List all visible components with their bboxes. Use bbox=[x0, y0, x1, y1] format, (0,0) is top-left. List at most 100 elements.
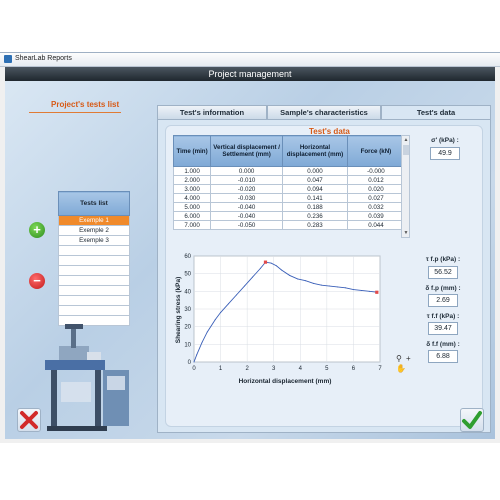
table-cell: 0.044 bbox=[346, 220, 406, 230]
data-point bbox=[275, 265, 277, 267]
tau-fp-field: 56.52 bbox=[428, 266, 458, 279]
table-row[interactable]: 2.000 -0.010 0.047 0.012 bbox=[172, 175, 406, 185]
table-cell: -0.050 bbox=[210, 220, 284, 230]
confirm-button[interactable] bbox=[460, 408, 484, 432]
table-cell: 0.027 bbox=[346, 193, 406, 203]
header-bar: Project management bbox=[5, 67, 495, 81]
data-point bbox=[344, 287, 346, 289]
shear-stress-chart: 0 1 2 3 4 5 6 7 0 10 20 30 40 50 60 Horizontal displac… bbox=[175, 254, 382, 385]
x-tick-label: 5 bbox=[325, 366, 329, 372]
test-list-item-label bbox=[58, 285, 130, 296]
table-cell: 3.000 bbox=[172, 184, 212, 194]
x-tick-label: 2 bbox=[245, 366, 249, 372]
tests-list-title: Project's tests list bbox=[29, 100, 121, 113]
data-point bbox=[313, 282, 315, 284]
col-force: Force (kN) bbox=[346, 135, 406, 167]
table-row[interactable]: 6.000 -0.040 0.236 0.039 bbox=[172, 211, 406, 221]
data-point bbox=[251, 276, 253, 278]
plus-small-icon[interactable]: + bbox=[406, 354, 411, 363]
x-tick-label: 0 bbox=[192, 366, 196, 372]
test-list-item[interactable]: Exemple 3 bbox=[58, 235, 130, 246]
table-cell: 0.012 bbox=[346, 175, 406, 185]
data-point bbox=[193, 361, 195, 363]
data-point bbox=[336, 286, 338, 288]
test-list-item-label bbox=[58, 275, 130, 286]
col-horizontal: Horizontal displacement (mm) bbox=[282, 135, 348, 167]
data-point bbox=[243, 285, 245, 287]
table-cell: 0.000 bbox=[282, 166, 348, 176]
minus-icon: − bbox=[33, 273, 41, 288]
pan-hand-icon[interactable]: ✋ bbox=[396, 364, 406, 373]
sigma-field: 49.9 bbox=[430, 147, 460, 160]
table-cell: -0.020 bbox=[210, 184, 284, 194]
data-point bbox=[305, 280, 307, 282]
chart-grid bbox=[193, 255, 381, 363]
data-point bbox=[368, 290, 370, 292]
add-test-button[interactable]: + bbox=[29, 222, 45, 238]
data-point bbox=[352, 289, 354, 291]
data-point bbox=[289, 274, 291, 276]
table-row[interactable]: 7.000 -0.050 0.283 0.044 bbox=[172, 220, 406, 230]
table-row[interactable]: 3.000 -0.020 0.094 0.020 bbox=[172, 184, 406, 194]
delta-fp-field: 2.69 bbox=[428, 294, 458, 307]
data-point bbox=[321, 284, 323, 286]
test-list-item[interactable] bbox=[58, 265, 130, 276]
test-list-item[interactable] bbox=[58, 255, 130, 266]
test-list-item-label bbox=[58, 305, 130, 316]
data-table-scrollbar[interactable]: ▲ ▼ bbox=[401, 135, 410, 238]
tau-ff-label: τ f.f (kPa) : bbox=[426, 313, 460, 320]
title-bar: ShearLab Reports bbox=[0, 53, 500, 67]
table-cell: 5.000 bbox=[172, 202, 212, 212]
test-list-item-label bbox=[58, 295, 130, 306]
y-tick-label: 60 bbox=[184, 254, 191, 260]
table-cell: 0.000 bbox=[210, 166, 284, 176]
table-cell: -0.000 bbox=[346, 166, 406, 176]
scroll-up-icon[interactable]: ▲ bbox=[403, 137, 409, 143]
x-tick-label: 7 bbox=[378, 366, 382, 372]
tests-header: Tests list bbox=[58, 191, 130, 216]
table-row[interactable]: 4.000 -0.030 0.141 0.027 bbox=[172, 193, 406, 203]
test-list-item-label bbox=[58, 245, 130, 256]
zoom-icon[interactable]: ⚲ bbox=[396, 354, 402, 363]
title-underline bbox=[29, 112, 121, 113]
data-point bbox=[270, 262, 272, 264]
x-axis-label: Horizontal displacement (mm) bbox=[239, 378, 332, 385]
data-point bbox=[281, 269, 283, 271]
test-list-item[interactable] bbox=[58, 275, 130, 286]
y-tick-label: 40 bbox=[184, 289, 191, 295]
test-list-item[interactable] bbox=[58, 285, 130, 296]
tab-sample-characteristics[interactable]: Sample's characteristics bbox=[267, 105, 381, 120]
tab-test-information[interactable]: Test's information bbox=[157, 105, 267, 120]
test-list-item[interactable] bbox=[58, 305, 130, 316]
table-cell: 7.000 bbox=[172, 220, 212, 230]
app-icon bbox=[4, 55, 12, 63]
x-tick-label: 3 bbox=[272, 366, 276, 372]
scroll-thumb[interactable] bbox=[403, 145, 409, 155]
table-cell: 6.000 bbox=[172, 211, 212, 221]
shear-machine-image bbox=[45, 324, 129, 431]
data-point bbox=[206, 331, 208, 333]
cancel-button[interactable] bbox=[17, 408, 41, 432]
scroll-down-icon[interactable]: ▼ bbox=[403, 230, 409, 236]
test-list-item-label: Exemple 3 bbox=[58, 235, 130, 246]
test-list-item-label: Exemple 2 bbox=[58, 225, 130, 236]
data-point bbox=[214, 319, 216, 321]
remove-test-button[interactable]: − bbox=[29, 273, 45, 289]
table-row[interactable]: 1.000 0.000 0.000 -0.000 bbox=[172, 166, 406, 176]
y-tick-label: 50 bbox=[184, 272, 191, 278]
table-cell: 0.094 bbox=[282, 184, 348, 194]
test-list-item[interactable] bbox=[58, 295, 130, 306]
tau-ff-field: 39.47 bbox=[428, 322, 458, 335]
table-cell: 0.188 bbox=[282, 202, 348, 212]
test-list-item[interactable]: Exemple 1 bbox=[58, 215, 130, 226]
table-row[interactable]: 5.000 -0.040 0.188 0.032 bbox=[172, 202, 406, 212]
window-title: ShearLab Reports bbox=[15, 55, 72, 62]
test-list-item[interactable]: Exemple 2 bbox=[58, 225, 130, 236]
test-list-item[interactable] bbox=[58, 245, 130, 256]
table-cell: 0.039 bbox=[346, 211, 406, 221]
data-point bbox=[201, 342, 203, 344]
table-cell: -0.010 bbox=[210, 175, 284, 185]
delta-ff-label: δ f.f (mm) : bbox=[426, 341, 460, 348]
table-cell: 0.032 bbox=[346, 202, 406, 212]
tab-test-data[interactable]: Test's data bbox=[381, 105, 491, 120]
